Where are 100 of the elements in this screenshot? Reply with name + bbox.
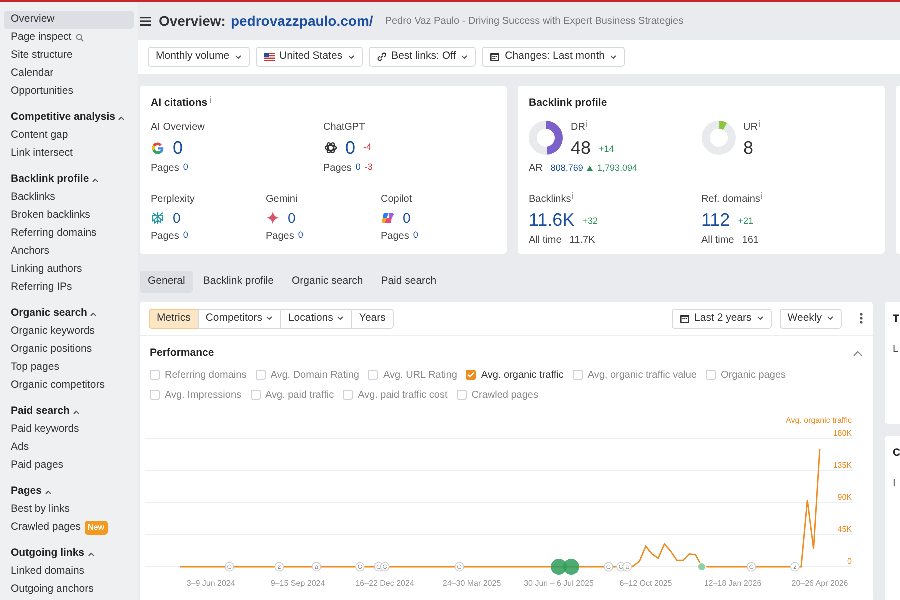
x-axis-label: 12–18 Jan 2026 bbox=[704, 578, 762, 588]
sidebar-item[interactable]: Broken backlinks bbox=[4, 207, 134, 225]
checkbox[interactable] bbox=[150, 390, 160, 400]
period-dropdown[interactable]: Weekly bbox=[780, 308, 842, 328]
sidebar-item[interactable]: Best by links bbox=[4, 501, 134, 519]
sidebar-item[interactable]: Linking authors bbox=[4, 261, 134, 279]
stat-value: 112 bbox=[702, 210, 730, 229]
sidebar-item[interactable]: Organic positions bbox=[4, 341, 134, 359]
card-title: AI citations bbox=[151, 96, 208, 111]
section-header[interactable]: Competitive analysis bbox=[4, 109, 134, 127]
citation-count: 0 bbox=[173, 138, 184, 157]
checkbox-label: Avg. paid traffic cost bbox=[358, 388, 448, 403]
section-header[interactable]: Outgoing links bbox=[4, 545, 134, 563]
y-axis-label: 0 bbox=[848, 556, 852, 566]
sidebar-item[interactable]: Overview bbox=[4, 11, 134, 29]
source-name: Copilot bbox=[381, 192, 414, 207]
stat-label: Ref. domains bbox=[702, 192, 760, 207]
sidebar-item[interactable]: Referring IPs bbox=[4, 279, 134, 297]
sidebar-item[interactable]: Opportunities bbox=[4, 83, 134, 101]
sidebar-item[interactable]: Outgoing anchors bbox=[4, 581, 134, 599]
filter-dropdown[interactable]: United States bbox=[256, 47, 363, 67]
checkbox[interactable] bbox=[343, 390, 354, 400]
sidebar-item[interactable]: Linked domains bbox=[4, 563, 134, 581]
all-time-label: All time bbox=[702, 234, 734, 248]
filter-dropdown[interactable]: Best links: Off bbox=[368, 47, 476, 67]
segment-button[interactable]: Metrics bbox=[149, 308, 199, 328]
sidebar-item[interactable]: Organic competitors bbox=[4, 377, 134, 395]
sidebar-item[interactable]: Content gap bbox=[4, 127, 134, 145]
event-dot[interactable] bbox=[697, 562, 706, 572]
sidebar-item[interactable]: Page inspect bbox=[4, 29, 134, 47]
caret-icon bbox=[461, 54, 468, 60]
checkbox-label: Avg. URL Rating bbox=[383, 368, 458, 383]
new-tag: New bbox=[85, 521, 108, 535]
checkbox[interactable] bbox=[250, 390, 261, 400]
checkbox[interactable] bbox=[256, 370, 266, 380]
tab[interactable]: Paid search bbox=[373, 271, 445, 293]
link-icon bbox=[376, 52, 387, 62]
section-header[interactable]: Backlink profile bbox=[4, 171, 134, 189]
domain-link[interactable]: pedrovazzpaulo.com/ bbox=[230, 10, 374, 32]
cut-text: T bbox=[893, 312, 900, 327]
segment-button[interactable]: Competitors bbox=[198, 308, 282, 328]
citation-count: 0 bbox=[403, 210, 411, 225]
ar-change: 1,793,094 bbox=[597, 162, 638, 174]
checkbox-label: Avg. organic traffic bbox=[481, 368, 564, 383]
sidebar-item[interactable]: Top pages bbox=[4, 359, 134, 377]
source-name: Perplexity bbox=[151, 192, 196, 207]
sidebar-item[interactable]: Backlinks bbox=[4, 189, 134, 207]
checkbox-label: Avg. organic traffic value bbox=[588, 368, 697, 383]
sidebar-item[interactable]: Calendar bbox=[4, 65, 134, 83]
checkbox[interactable] bbox=[572, 370, 583, 380]
all-time-value: 161 bbox=[742, 234, 759, 248]
sidebar-item[interactable]: Anchors bbox=[4, 243, 134, 261]
citation-count: 0 bbox=[288, 210, 296, 225]
pages-count: 0 bbox=[298, 228, 304, 242]
checkbox-label: Organic pages bbox=[721, 368, 786, 383]
y-axis-label: 45K bbox=[838, 524, 852, 534]
menu-icon[interactable] bbox=[140, 16, 151, 26]
stat-change: +21 bbox=[738, 215, 754, 228]
sidebar-item[interactable]: Crawled pages New bbox=[4, 519, 134, 537]
checkbox[interactable] bbox=[466, 370, 476, 380]
sidebar-item[interactable]: Ads bbox=[4, 439, 134, 457]
stat-label: Backlinks bbox=[529, 192, 572, 207]
rating-change: +14 bbox=[599, 143, 614, 156]
calendar-icon bbox=[490, 52, 500, 62]
sidebar-item[interactable]: Referring domains bbox=[4, 225, 134, 243]
section-header[interactable]: Paid search bbox=[4, 403, 134, 421]
pages-label: Pages bbox=[151, 230, 180, 244]
event-dot[interactable] bbox=[563, 558, 580, 575]
x-axis-label: 16–22 Dec 2024 bbox=[356, 578, 414, 588]
segment-button[interactable]: Locations bbox=[280, 308, 352, 328]
pages-count: 0 bbox=[183, 228, 188, 242]
filter-dropdown[interactable]: Monthly volume bbox=[148, 47, 250, 67]
checkbox-label: Avg. Impressions bbox=[165, 388, 242, 403]
rating-donut bbox=[702, 121, 736, 156]
sidebar-item[interactable]: Paid pages bbox=[4, 457, 134, 475]
checkbox[interactable] bbox=[706, 370, 716, 380]
caret-icon bbox=[610, 54, 617, 60]
pages-label: Pages bbox=[324, 162, 352, 176]
section-header[interactable]: Pages bbox=[4, 483, 134, 501]
more-icon[interactable] bbox=[860, 313, 863, 324]
rating-value: 8 bbox=[744, 138, 754, 157]
sidebar-item[interactable]: Paid keywords bbox=[4, 421, 134, 439]
checkbox[interactable] bbox=[456, 390, 467, 400]
filter-dropdown[interactable]: Changes: Last month bbox=[482, 47, 625, 67]
checkbox[interactable] bbox=[368, 370, 378, 380]
sidebar-item[interactable]: Organic keywords bbox=[4, 323, 134, 341]
up-arrow-icon bbox=[587, 166, 594, 171]
tab[interactable]: General bbox=[140, 271, 194, 293]
stat-change: +32 bbox=[582, 215, 598, 228]
segment-button[interactable]: Years bbox=[351, 308, 394, 328]
copilot-logo bbox=[381, 210, 395, 225]
tab[interactable]: Backlink profile bbox=[195, 271, 282, 293]
section-header[interactable]: Organic search bbox=[4, 305, 134, 323]
sidebar-item[interactable]: Link intersect bbox=[4, 145, 134, 163]
cut-text: I bbox=[893, 476, 897, 491]
checkbox[interactable] bbox=[150, 370, 160, 380]
collapse-icon[interactable] bbox=[853, 350, 863, 357]
sidebar-item[interactable]: Site structure bbox=[4, 47, 134, 65]
tab[interactable]: Organic search bbox=[284, 271, 372, 293]
period-dropdown[interactable]: Last 2 years bbox=[672, 308, 772, 328]
